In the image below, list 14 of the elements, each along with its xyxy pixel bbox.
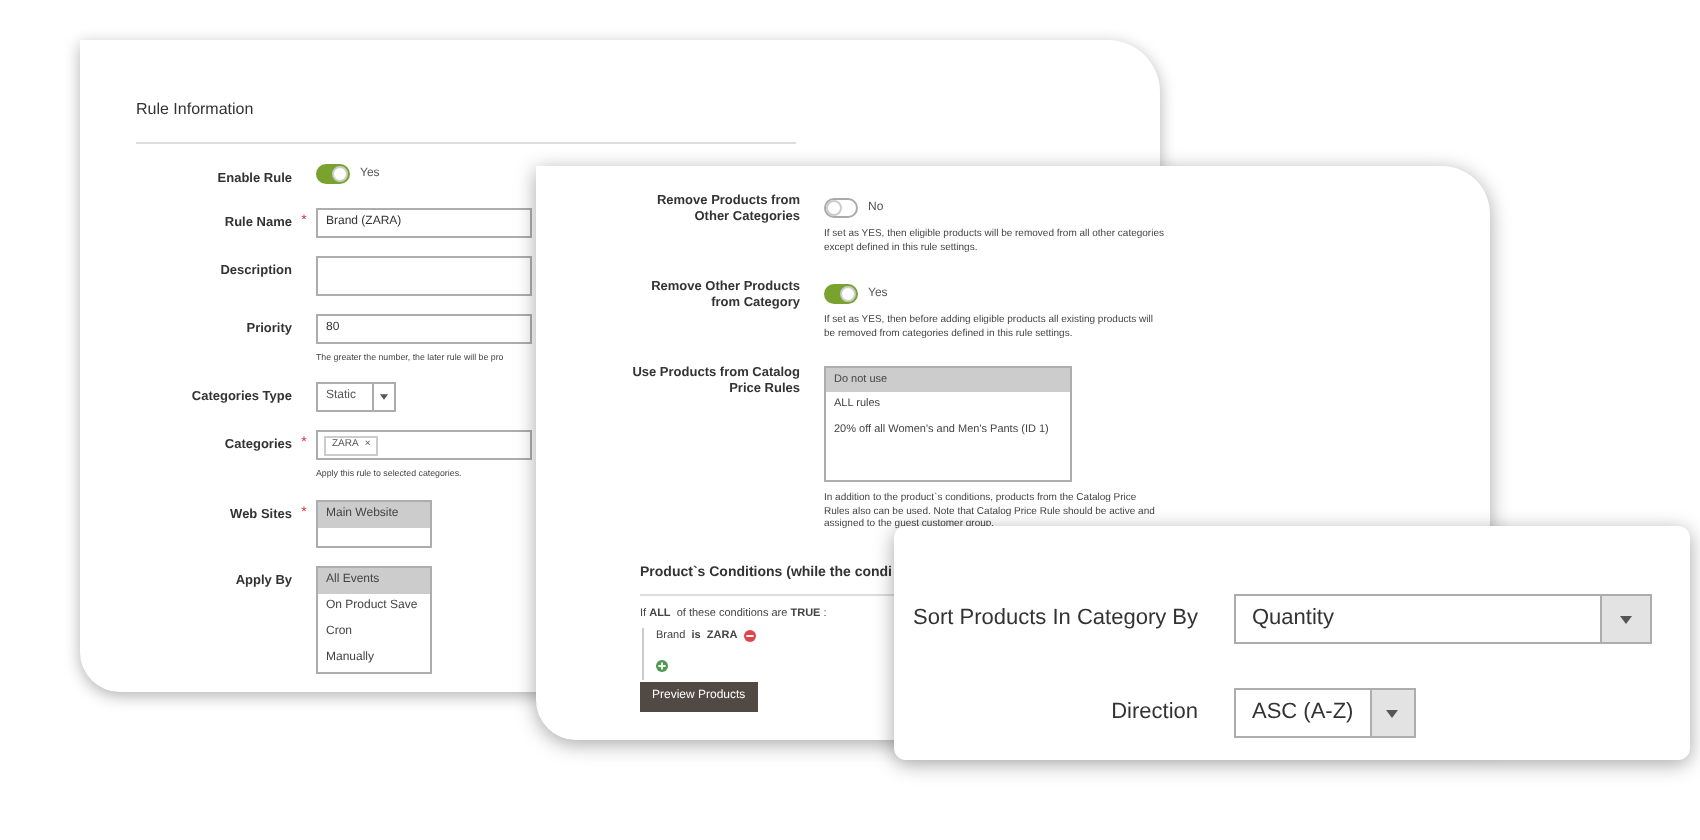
toggle-switch[interactable] <box>824 284 858 304</box>
caret-icon <box>1620 615 1632 623</box>
select-field[interactable]: Quantity <box>1234 594 1652 644</box>
toggle-switch[interactable] <box>824 198 858 218</box>
field-label: Sort Products In Category By <box>911 604 1198 635</box>
text-area[interactable] <box>316 255 532 296</box>
remove-icon[interactable] <box>743 630 756 643</box>
add-icon[interactable] <box>656 659 668 671</box>
caret-icon <box>1386 709 1399 717</box>
caret-icon <box>380 394 388 401</box>
section-title: Rule Information <box>136 100 254 118</box>
field-label: Direction <box>1109 698 1198 729</box>
select-field[interactable]: ASC (A-Z) <box>1234 688 1416 738</box>
toggle-switch[interactable] <box>316 164 350 184</box>
